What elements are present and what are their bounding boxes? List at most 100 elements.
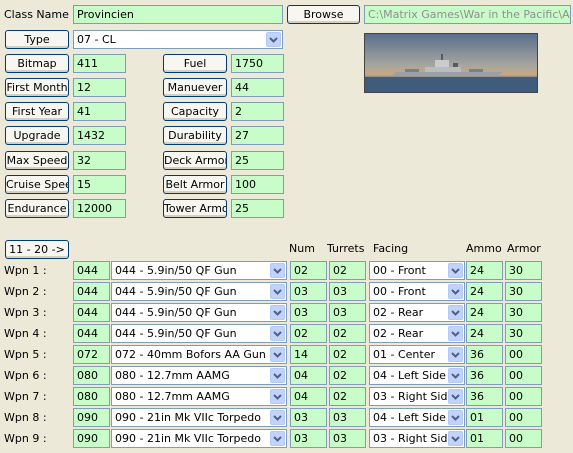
bitmap-button[interactable]: Bitmap	[5, 54, 69, 73]
weapon-code-field[interactable]: 072	[73, 345, 110, 364]
bitmap-field[interactable]: 411	[73, 54, 126, 73]
weapon-facing-select[interactable]: 03 - Right Side	[369, 387, 465, 406]
weapon-code-field[interactable]: 044	[73, 303, 110, 322]
weapon-turrets-field[interactable]: 02	[329, 324, 366, 343]
endurance-button[interactable]: Endurance	[5, 199, 69, 218]
first-month-field[interactable]: 12	[73, 78, 126, 97]
weapon-code-field[interactable]: 080	[73, 366, 110, 385]
tower-armor-field[interactable]: 25	[231, 199, 284, 218]
chevron-down-icon[interactable]	[448, 410, 463, 425]
first-year-button[interactable]: First Year	[5, 102, 69, 121]
weapon-num-field[interactable]: 04	[290, 387, 327, 406]
capacity-button[interactable]: Capacity	[163, 102, 227, 121]
weapon-armor-field[interactable]: 00	[505, 429, 542, 448]
chevron-down-icon[interactable]	[448, 368, 463, 383]
weapon-code-field[interactable]: 090	[73, 429, 110, 448]
weapon-armor-field[interactable]: 00	[505, 387, 542, 406]
type-select[interactable]: 07 - CL	[73, 30, 283, 49]
weapon-armor-field[interactable]: 30	[505, 261, 542, 280]
chevron-down-icon[interactable]	[448, 431, 463, 446]
weapon-select[interactable]: 072 - 40mm Bofors AA Gun	[111, 345, 287, 364]
weapon-facing-select[interactable]: 02 - Rear	[369, 303, 465, 322]
capacity-field[interactable]: 2	[231, 102, 284, 121]
weapon-code-field[interactable]: 090	[73, 408, 110, 427]
chevron-down-icon[interactable]	[448, 305, 463, 320]
durability-button[interactable]: Durability	[163, 126, 227, 145]
max-speed-field[interactable]: 32	[73, 151, 126, 170]
belt-armor-field[interactable]: 100	[231, 175, 284, 194]
deck-armor-field[interactable]: 25	[231, 151, 284, 170]
deck-armor-button[interactable]: Deck Armor	[163, 151, 227, 170]
weapon-code-field[interactable]: 044	[73, 282, 110, 301]
first-month-button[interactable]: First Month	[5, 78, 69, 97]
weapon-num-field[interactable]: 03	[290, 282, 327, 301]
weapon-facing-select[interactable]: 01 - Center	[369, 345, 465, 364]
weapon-armor-field[interactable]: 30	[505, 282, 542, 301]
chevron-down-icon[interactable]	[448, 326, 463, 341]
weapon-armor-field[interactable]: 00	[505, 345, 542, 364]
upgrade-button[interactable]: Upgrade	[5, 126, 69, 145]
weapon-armor-field[interactable]: 00	[505, 366, 542, 385]
weapon-select[interactable]: 080 - 12.7mm AAMG	[111, 387, 287, 406]
weapon-select[interactable]: 044 - 5.9in/50 QF Gun	[111, 261, 287, 280]
belt-armor-button[interactable]: Belt Armor	[163, 175, 227, 194]
weapon-ammo-field[interactable]: 36	[466, 387, 503, 406]
weapon-turrets-field[interactable]: 02	[329, 366, 366, 385]
weapon-facing-select[interactable]: 04 - Left Side	[369, 408, 465, 427]
weapon-select[interactable]: 090 - 21in Mk VIIc Torpedo	[111, 408, 287, 427]
weapon-num-field[interactable]: 02	[290, 261, 327, 280]
weapon-turrets-field[interactable]: 02	[329, 261, 366, 280]
chevron-down-icon[interactable]	[448, 347, 463, 362]
weapon-turrets-field[interactable]: 02	[329, 387, 366, 406]
weapon-facing-select[interactable]: 03 - Right Side	[369, 429, 465, 448]
chevron-down-icon[interactable]	[270, 389, 285, 404]
weapon-ammo-field[interactable]: 01	[466, 408, 503, 427]
chevron-down-icon[interactable]	[270, 431, 285, 446]
weapon-num-field[interactable]: 03	[290, 429, 327, 448]
weapon-ammo-field[interactable]: 24	[466, 324, 503, 343]
chevron-down-icon[interactable]	[448, 389, 463, 404]
weapon-num-field[interactable]: 02	[290, 324, 327, 343]
first-year-field[interactable]: 41	[73, 102, 126, 121]
weapon-facing-select[interactable]: 02 - Rear	[369, 324, 465, 343]
weapon-code-field[interactable]: 044	[73, 261, 110, 280]
weapon-armor-field[interactable]: 00	[505, 408, 542, 427]
weapon-turrets-field[interactable]: 03	[329, 408, 366, 427]
manuever-field[interactable]: 44	[231, 78, 284, 97]
weapon-select[interactable]: 044 - 5.9in/50 QF Gun	[111, 324, 287, 343]
upgrade-field[interactable]: 1432	[73, 126, 126, 145]
weapon-ammo-field[interactable]: 24	[466, 303, 503, 322]
next-weapons-page-button[interactable]: 11 - 20 ->	[5, 240, 69, 259]
weapon-turrets-field[interactable]: 02	[329, 345, 366, 364]
cruise-speed-field[interactable]: 15	[73, 175, 126, 194]
durability-field[interactable]: 27	[231, 126, 284, 145]
weapon-facing-select[interactable]: 00 - Front	[369, 261, 465, 280]
weapon-ammo-field[interactable]: 36	[466, 366, 503, 385]
weapon-ammo-field[interactable]: 36	[466, 345, 503, 364]
weapon-turrets-field[interactable]: 03	[329, 303, 366, 322]
weapon-num-field[interactable]: 03	[290, 303, 327, 322]
chevron-down-icon[interactable]	[266, 32, 281, 47]
weapon-num-field[interactable]: 04	[290, 366, 327, 385]
weapon-armor-field[interactable]: 30	[505, 324, 542, 343]
manuever-button[interactable]: Manuever	[163, 78, 227, 97]
type-button[interactable]: Type	[5, 30, 69, 49]
weapon-num-field[interactable]: 14	[290, 345, 327, 364]
weapon-ammo-field[interactable]: 24	[466, 261, 503, 280]
weapon-turrets-field[interactable]: 03	[329, 429, 366, 448]
weapon-turrets-field[interactable]: 03	[329, 282, 366, 301]
weapon-armor-field[interactable]: 30	[505, 303, 542, 322]
browse-button[interactable]: Browse	[287, 5, 360, 24]
weapon-facing-select[interactable]: 00 - Front	[369, 282, 465, 301]
chevron-down-icon[interactable]	[270, 368, 285, 383]
cruise-speed-button[interactable]: Cruise Speed	[5, 175, 69, 194]
chevron-down-icon[interactable]	[448, 284, 463, 299]
chevron-down-icon[interactable]	[270, 410, 285, 425]
weapon-code-field[interactable]: 044	[73, 324, 110, 343]
endurance-field[interactable]: 12000	[73, 199, 126, 218]
weapon-facing-select[interactable]: 04 - Left Side	[369, 366, 465, 385]
fuel-button[interactable]: Fuel	[163, 54, 227, 73]
chevron-down-icon[interactable]	[270, 263, 285, 278]
weapon-select[interactable]: 044 - 5.9in/50 QF Gun	[111, 282, 287, 301]
chevron-down-icon[interactable]	[448, 263, 463, 278]
